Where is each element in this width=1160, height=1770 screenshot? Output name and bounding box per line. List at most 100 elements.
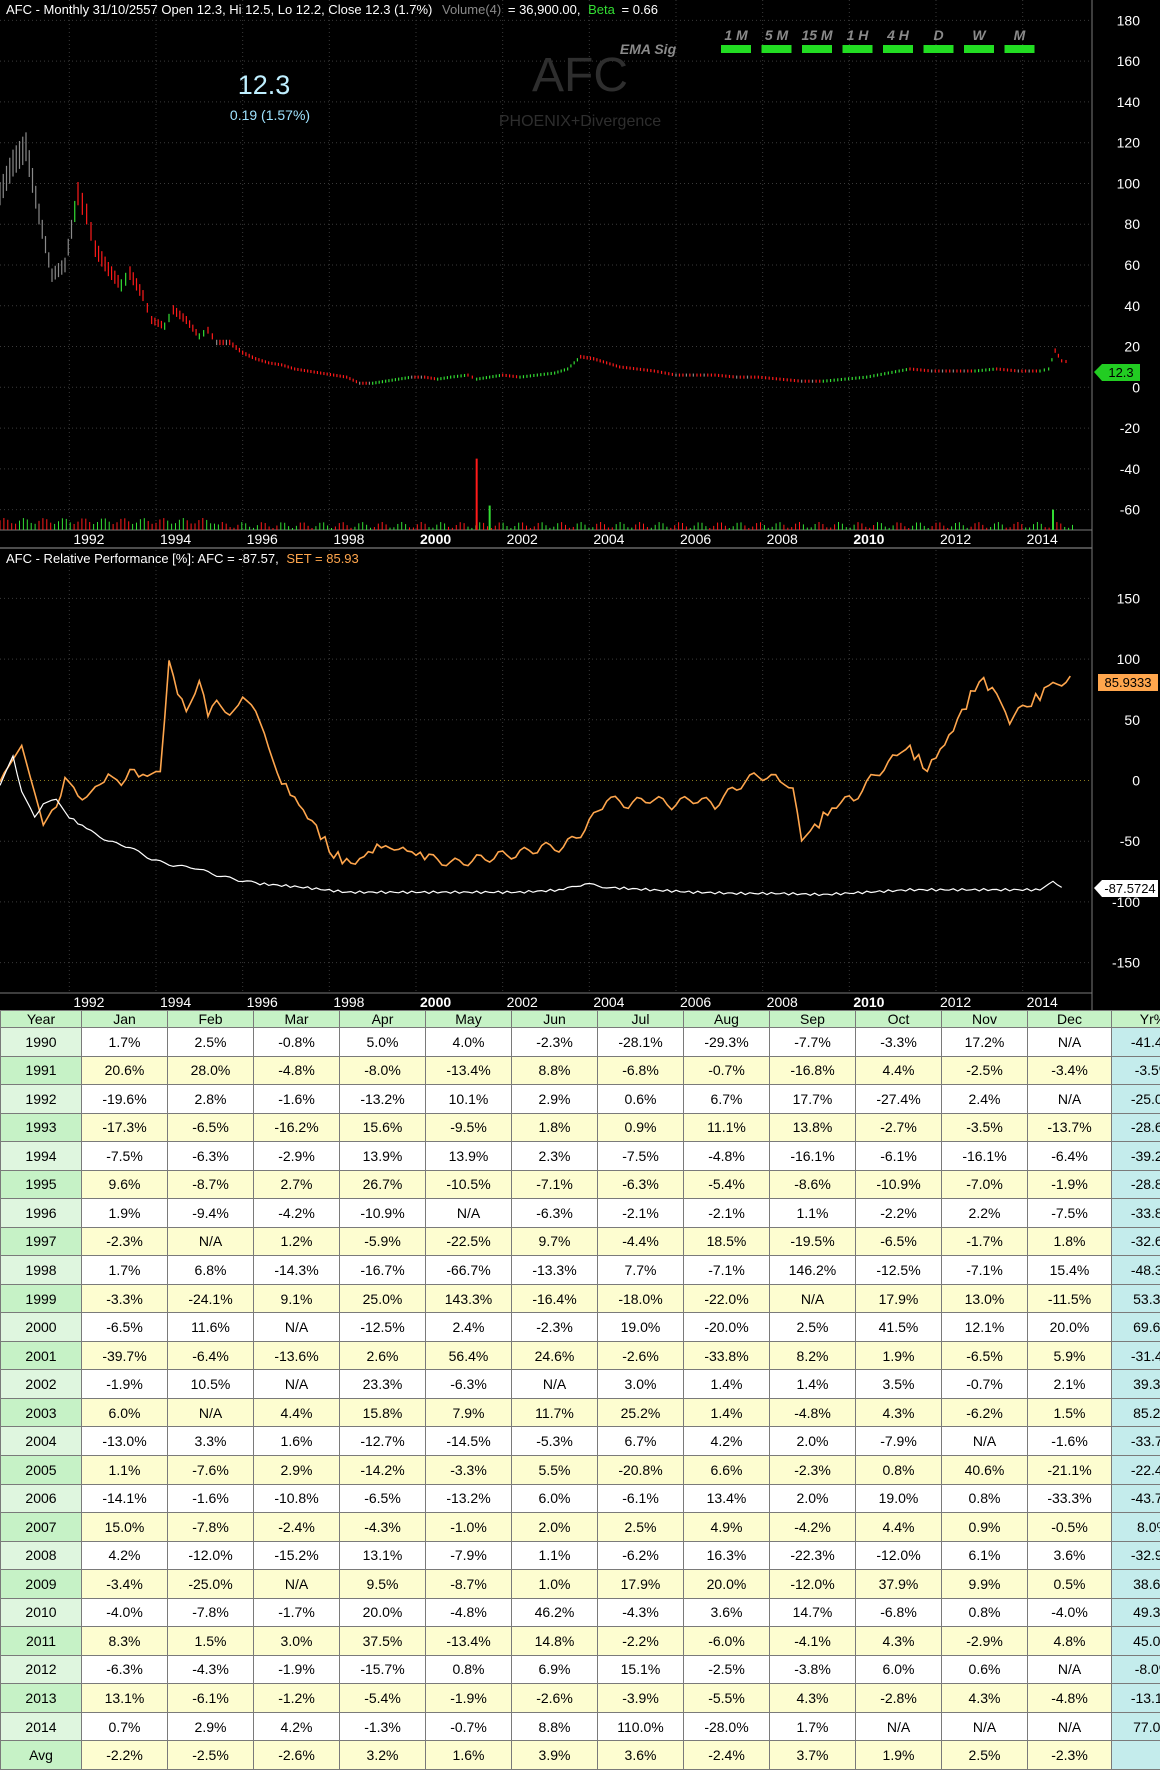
table-row: 2003 6.0% N/A 4.4% 15.8% 7.9% 11.7% 25.2% 1.4% -4… xyxy=(0,1397,1160,1428)
table-cell: -2.3% xyxy=(81,1226,168,1257)
table-cell: 4.4% xyxy=(855,1055,942,1086)
table-cell: -14.1% xyxy=(81,1483,168,1514)
table-row: 1998 1.7% 6.8% -14.3% -16.7% -66.7% -13.3% 7.7%… xyxy=(0,1255,1160,1285)
table-cell: -2.1% xyxy=(683,1198,770,1228)
table-yearly-cell: -39.2% xyxy=(1111,1141,1160,1171)
table-year-cell: 2009 xyxy=(0,1569,82,1599)
table-cell: -5.5% xyxy=(683,1683,770,1713)
table-cell: -10.9% xyxy=(855,1169,942,1200)
table-cell: -2.3% xyxy=(511,1312,598,1342)
table-cell: -13.4% xyxy=(425,1055,512,1086)
table-cell: 6.0% xyxy=(81,1397,168,1428)
table-body: 1990 1.7% 2.5% -0.8% 5.0% 4.0% -2.3% -28.1% -29.… xyxy=(0,1027,1160,1770)
table-year-cell: 1995 xyxy=(0,1169,82,1200)
table-cell: 11.7% xyxy=(511,1397,598,1428)
price-y-tick-label: -60 xyxy=(1120,502,1140,518)
table-row: 2010 -4.0% -7.8% -1.7% 20.0% -4.8% 46.2% -4.3% 3… xyxy=(0,1597,1160,1628)
table-cell: -3.3% xyxy=(855,1027,942,1057)
table-cell: -13.2% xyxy=(425,1483,512,1514)
table-cell: -2.7% xyxy=(855,1112,942,1143)
table-cell: -33.3% xyxy=(1027,1483,1112,1514)
table-cell: 0.8% xyxy=(425,1654,512,1685)
table-cell: -6.3% xyxy=(81,1654,168,1685)
price-y-tick-label: 40 xyxy=(1124,298,1140,314)
table-cell: 6.8% xyxy=(167,1255,254,1285)
table-cell: -3.4% xyxy=(81,1569,168,1599)
table-cell: -2.3% xyxy=(511,1027,598,1057)
timeframe-signal-bar xyxy=(964,45,994,53)
table-yearly-cell: -33.8% xyxy=(1111,1198,1160,1228)
table-cell: N/A xyxy=(253,1312,340,1342)
timeframe-label: M xyxy=(1014,27,1026,43)
table-cell: 3.5% xyxy=(855,1369,942,1399)
table-cell: N/A xyxy=(769,1283,856,1314)
table-cell: 1.2% xyxy=(253,1226,340,1257)
rel-y-tick-label: -150 xyxy=(1112,955,1140,971)
table-cell: -29.3% xyxy=(683,1027,770,1057)
set-tag-text: 85.9333 xyxy=(1105,675,1152,690)
table-cell: -6.2% xyxy=(941,1397,1028,1428)
table-cell: -4.2% xyxy=(769,1512,856,1542)
table-header-cell: Jul xyxy=(597,1010,684,1028)
table-year-cell: 2012 xyxy=(0,1654,82,1685)
table-row: 2001 -39.7% -6.4% -13.6% 2.6% 56.4% 24.6% -2.6%… xyxy=(0,1340,1160,1371)
table-cell: -6.5% xyxy=(81,1312,168,1342)
table-yearly-cell: -31.4% xyxy=(1111,1340,1160,1371)
rel-x-tick-label: 2002 xyxy=(507,994,538,1010)
table-row: 2011 8.3% 1.5% 3.0% 37.5% -13.4% 14.8% -2.2% -6.… xyxy=(0,1626,1160,1656)
table-cell: -16.7% xyxy=(339,1255,426,1285)
table-year-cell: 2008 xyxy=(0,1540,82,1571)
table-cell: -3.3% xyxy=(425,1454,512,1485)
table-row: 2014 0.7% 2.9% 4.2% -1.3% -0.7% 8.8% 110.0% -28.… xyxy=(0,1711,1160,1742)
table-cell: 1.9% xyxy=(81,1198,168,1228)
table-cell: 2.5% xyxy=(167,1027,254,1057)
table-yearly-cell: -22.4% xyxy=(1111,1454,1160,1485)
table-cell: 11.6% xyxy=(167,1312,254,1342)
table-header-cell: Aug xyxy=(683,1010,770,1028)
table-cell: 2.3% xyxy=(511,1141,598,1171)
table-yearly-cell: -8.0% xyxy=(1111,1654,1160,1685)
table-cell: 10.1% xyxy=(425,1084,512,1114)
table-cell: 2.5% xyxy=(597,1512,684,1542)
price-x-tick-label: 2002 xyxy=(507,531,538,547)
table-cell: 17.7% xyxy=(769,1084,856,1114)
table-cell: 8.8% xyxy=(511,1711,598,1742)
table-cell: 13.0% xyxy=(941,1283,1028,1314)
table-cell: -3.9% xyxy=(597,1683,684,1713)
table-cell: -4.0% xyxy=(1027,1597,1112,1628)
table-cell: -1.6% xyxy=(1027,1426,1112,1456)
table-cell: -4.8% xyxy=(253,1055,340,1086)
table-yearly-cell: -43.7% xyxy=(1111,1483,1160,1514)
table-cell: 16.3% xyxy=(683,1540,770,1571)
table-year-cell: 1996 xyxy=(0,1198,82,1228)
table-cell: -1.2% xyxy=(253,1683,340,1713)
table-cell: 4.3% xyxy=(769,1683,856,1713)
timeframe-signal-bar xyxy=(842,45,873,53)
table-cell: -13.4% xyxy=(425,1626,512,1656)
table-cell: 40.6% xyxy=(941,1454,1028,1485)
table-cell: -5.4% xyxy=(339,1683,426,1713)
table-cell: 4.2% xyxy=(81,1540,168,1571)
table-cell: 7.7% xyxy=(597,1255,684,1285)
table-cell: -7.5% xyxy=(597,1141,684,1171)
table-cell: -4.8% xyxy=(1027,1683,1112,1713)
table-cell: -8.6% xyxy=(769,1169,856,1200)
table-cell: 13.1% xyxy=(81,1683,168,1713)
table-cell: 3.2% xyxy=(339,1740,426,1770)
table-cell: N/A xyxy=(1027,1654,1112,1685)
table-yearly-cell: -25.0% xyxy=(1111,1084,1160,1114)
table-cell: -4.3% xyxy=(339,1512,426,1542)
table-cell: -1.9% xyxy=(425,1683,512,1713)
table-cell: -24.1% xyxy=(167,1283,254,1314)
table-cell: -16.8% xyxy=(769,1055,856,1086)
price-x-tick-label: 2006 xyxy=(680,531,711,547)
table-cell: 110.0% xyxy=(597,1711,684,1742)
table-cell: -12.5% xyxy=(339,1312,426,1342)
table-cell: 15.1% xyxy=(597,1654,684,1685)
rel-y-tick-label: -50 xyxy=(1120,833,1140,849)
table-cell: -4.1% xyxy=(769,1626,856,1656)
table-cell: 46.2% xyxy=(511,1597,598,1628)
table-cell: 15.4% xyxy=(1027,1255,1112,1285)
table-cell: -2.5% xyxy=(941,1055,1028,1086)
table-cell: 1.1% xyxy=(769,1198,856,1228)
